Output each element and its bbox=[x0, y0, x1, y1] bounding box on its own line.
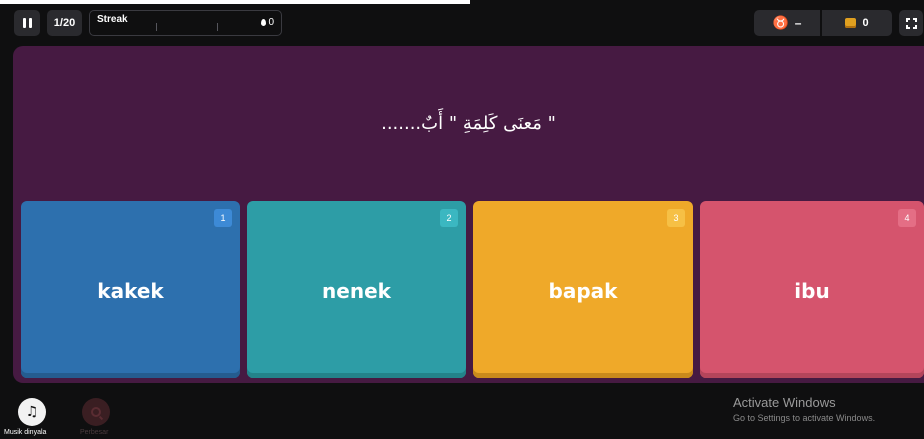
answer-option-2[interactable]: 2 nenek bbox=[247, 201, 466, 378]
streak-meter: Streak 0 bbox=[89, 10, 282, 36]
question-text: " مَعنَى كَلِمَةِ " أَبٌ....... bbox=[381, 113, 556, 134]
streak-tick bbox=[156, 23, 157, 31]
activate-windows-title: Activate Windows bbox=[733, 395, 836, 410]
option-number: 1 bbox=[214, 209, 232, 227]
option-number: 4 bbox=[898, 209, 916, 227]
streak-value: 0 bbox=[261, 17, 274, 28]
music-toggle-button[interactable]: ♫ bbox=[18, 398, 46, 426]
option-label: bapak bbox=[548, 279, 618, 303]
coins-value: 0 bbox=[862, 17, 869, 29]
coin-icon bbox=[845, 18, 857, 28]
zoom-icon bbox=[91, 407, 101, 417]
music-note-icon: ♫ bbox=[25, 404, 39, 420]
zoom-button[interactable] bbox=[82, 398, 110, 426]
streak-label: Streak bbox=[97, 14, 128, 25]
top-bar: 1/20 Streak 0 ♉ – 0 bbox=[0, 6, 924, 40]
fullscreen-icon bbox=[905, 17, 917, 29]
powerup-value: – bbox=[794, 16, 802, 30]
pause-button[interactable] bbox=[14, 10, 40, 36]
option-number: 3 bbox=[667, 209, 685, 227]
option-label: nenek bbox=[322, 279, 391, 303]
music-label: Musik dinyala bbox=[4, 429, 47, 436]
flame-icon bbox=[261, 19, 267, 26]
answer-option-1[interactable]: 1 kakek bbox=[21, 201, 240, 378]
pause-icon bbox=[22, 18, 32, 28]
fullscreen-button[interactable] bbox=[899, 10, 923, 36]
answer-option-3[interactable]: 3 bapak bbox=[473, 201, 693, 378]
powerup-icon: ♉ bbox=[772, 15, 789, 30]
zoom-label: Perbesar bbox=[80, 429, 109, 436]
coins-counter: 0 bbox=[822, 10, 892, 36]
streak-count: 0 bbox=[268, 17, 274, 28]
activate-windows-subtitle: Go to Settings to activate Windows. bbox=[733, 413, 876, 423]
option-number: 2 bbox=[440, 209, 458, 227]
streak-tick bbox=[217, 23, 218, 31]
option-label: ibu bbox=[794, 279, 830, 303]
answer-option-4[interactable]: 4 ibu bbox=[700, 201, 924, 378]
option-label: kakek bbox=[97, 279, 164, 303]
question-counter: 1/20 bbox=[47, 10, 82, 36]
powerup-button[interactable]: ♉ – bbox=[754, 10, 820, 36]
top-progress-line bbox=[0, 0, 470, 4]
